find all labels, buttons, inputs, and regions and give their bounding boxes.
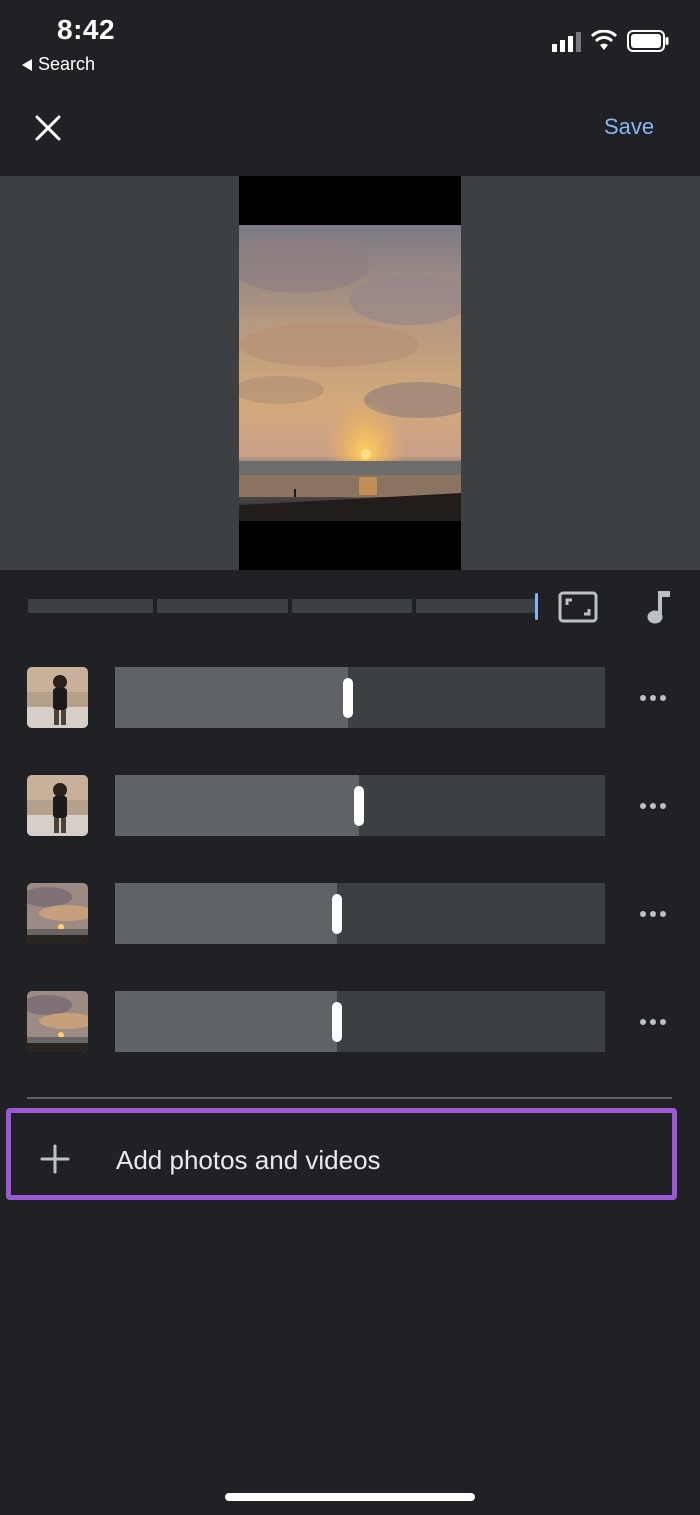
- clip-trim-handle[interactable]: [343, 678, 353, 718]
- status-bar: 8:42 Search: [0, 0, 700, 84]
- clip-thumbnail[interactable]: [27, 991, 88, 1052]
- wifi-icon: [590, 30, 618, 50]
- plus-icon: [40, 1144, 70, 1174]
- sunset-photo: [27, 883, 88, 944]
- timeline-segment: [28, 599, 153, 613]
- close-icon: [35, 115, 61, 141]
- clip-trim-fill: [115, 883, 337, 944]
- timeline-segment: [292, 599, 412, 613]
- clip-trim-bar[interactable]: [115, 667, 605, 728]
- sunset-photo: [27, 991, 88, 1052]
- clip-row: [0, 883, 700, 945]
- music-button[interactable]: [642, 588, 672, 626]
- save-button[interactable]: Save: [594, 112, 664, 142]
- close-button[interactable]: [28, 108, 68, 148]
- back-to-search-link[interactable]: Search: [22, 54, 95, 75]
- clip-trim-fill: [115, 775, 359, 836]
- child-photo: [27, 775, 88, 836]
- clip-trim-handle[interactable]: [354, 786, 364, 826]
- clip-trim-handle[interactable]: [332, 894, 342, 934]
- timeline-playhead[interactable]: [535, 593, 538, 620]
- clip-row: [0, 991, 700, 1053]
- add-photos-and-videos-button[interactable]: Add photos and videos: [6, 1108, 677, 1200]
- add-photos-label: Add photos and videos: [116, 1145, 381, 1175]
- back-label: Search: [38, 54, 96, 74]
- timeline-scrubber[interactable]: [28, 599, 540, 613]
- clip-more-options-button[interactable]: [636, 687, 670, 709]
- sunset-image: [239, 225, 461, 521]
- clip-more-options-button[interactable]: [636, 1011, 670, 1033]
- clip-trim-bar[interactable]: [115, 775, 605, 836]
- aspect-ratio-icon: [558, 591, 598, 623]
- clip-trim-fill: [115, 667, 348, 728]
- home-indicator[interactable]: [225, 1493, 475, 1501]
- status-time: 8:42: [57, 14, 116, 45]
- music-note-icon: [647, 591, 670, 624]
- timeline-segment: [416, 599, 536, 613]
- timeline-segment: [157, 599, 288, 613]
- clip-trim-fill: [115, 991, 337, 1052]
- child-photo: [27, 667, 88, 728]
- more-dots-icon: [640, 1019, 646, 1025]
- clip-trim-bar[interactable]: [115, 991, 605, 1052]
- clip-row: [0, 775, 700, 837]
- clip-trim-handle[interactable]: [332, 1002, 342, 1042]
- more-dots-icon: [640, 911, 646, 917]
- divider: [27, 1097, 672, 1099]
- more-dots-icon: [640, 803, 646, 809]
- back-arrow-icon: [22, 58, 32, 71]
- video-frame: [239, 176, 461, 570]
- clip-thumbnail[interactable]: [27, 883, 88, 944]
- video-preview[interactable]: [0, 176, 700, 570]
- clip-thumbnail[interactable]: [27, 775, 88, 836]
- clip-more-options-button[interactable]: [636, 795, 670, 817]
- more-dots-icon: [640, 695, 646, 701]
- battery-icon: [627, 30, 669, 52]
- aspect-ratio-button[interactable]: [558, 590, 598, 624]
- clip-trim-bar[interactable]: [115, 883, 605, 944]
- clip-thumbnail[interactable]: [27, 667, 88, 728]
- clip-row: [0, 667, 700, 729]
- cellular-signal-icon: [552, 32, 581, 52]
- clip-more-options-button[interactable]: [636, 903, 670, 925]
